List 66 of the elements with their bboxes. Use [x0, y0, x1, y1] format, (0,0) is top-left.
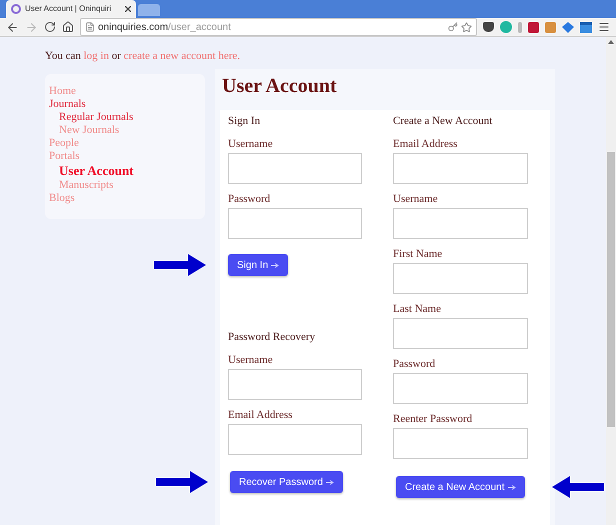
field-label: Username [228, 353, 274, 368]
home-icon[interactable] [62, 21, 74, 33]
input-field[interactable] [393, 263, 528, 294]
nav-link[interactable]: Regular Journals [49, 111, 205, 124]
diamond-icon[interactable] [562, 22, 574, 32]
field-label: Reenter Password [393, 412, 474, 427]
field-label: Email Address [393, 137, 458, 152]
input-field[interactable] [228, 369, 362, 400]
scrollbar[interactable] [606, 37, 616, 525]
login-link[interactable]: log in [84, 50, 109, 62]
field-label: Last Name [393, 302, 442, 317]
nav-link[interactable]: Blogs [49, 192, 205, 205]
menu-icon[interactable] [598, 21, 610, 33]
key-icon[interactable] [448, 22, 458, 32]
url-domain: oninquiries.com [98, 20, 168, 34]
nav-link[interactable]: Journals [49, 98, 205, 111]
arrow-icon [271, 262, 280, 268]
browser-tab[interactable]: User Account | Oninquiri [6, 0, 136, 18]
intro-text: You can log in or create a new account here. [45, 49, 241, 64]
submit-button[interactable]: Sign In [228, 254, 288, 276]
section-heading: Sign In [228, 114, 262, 129]
nav-link[interactable]: Portals [49, 150, 205, 163]
address-bar[interactable]: oninquiries.com/user_account [80, 18, 477, 36]
input-field[interactable] [393, 153, 528, 184]
scrollbar-thumb[interactable] [607, 152, 615, 427]
field-label: First Name [393, 247, 444, 262]
page-icon [85, 22, 95, 32]
star-icon[interactable] [461, 22, 472, 32]
nav-link[interactable]: Manuscripts [49, 179, 205, 192]
forward-icon[interactable] [25, 20, 38, 34]
input-field[interactable] [228, 424, 362, 455]
nav-link[interactable]: User Account [49, 163, 205, 179]
arrow-icon [508, 484, 516, 490]
field-label: Username [393, 192, 439, 207]
input-field[interactable] [228, 208, 362, 239]
window-icon[interactable] [580, 22, 592, 32]
extension-icon[interactable] [528, 22, 539, 32]
field-label: Username [228, 137, 274, 152]
submit-button[interactable]: Create a New Account [396, 476, 524, 498]
close-icon[interactable] [125, 6, 131, 12]
url-path: /user_account [168, 20, 231, 34]
tab-title: User Account | Oninquiri [25, 3, 112, 15]
field-label: Password [393, 357, 436, 372]
page-title: User Account [221, 74, 338, 99]
section-heading: Password Recovery [228, 330, 316, 345]
input-field[interactable] [393, 373, 528, 404]
nav-link[interactable]: People [49, 137, 205, 150]
reload-icon[interactable] [44, 21, 56, 33]
create-account-link[interactable]: create a new account here. [124, 50, 240, 62]
submit-button[interactable]: Recover Password [230, 471, 343, 493]
input-field[interactable] [393, 208, 528, 239]
section-heading: Create a New Account [393, 114, 494, 129]
scroll-up-icon[interactable] [608, 40, 614, 44]
extension-icon[interactable] [545, 22, 556, 32]
input-field[interactable] [228, 153, 362, 184]
back-icon[interactable] [6, 20, 19, 34]
input-field[interactable] [393, 428, 528, 459]
shield-icon[interactable] [483, 22, 494, 32]
nav-link[interactable]: New Journals [49, 124, 205, 137]
arrow-icon [326, 480, 334, 484]
site-icon [11, 4, 21, 14]
nav-link[interactable]: Home [49, 85, 205, 98]
new-tab-button[interactable] [138, 4, 160, 16]
field-label: Password [228, 192, 272, 207]
field-label: Email Address [228, 408, 294, 423]
input-field[interactable] [393, 318, 528, 349]
